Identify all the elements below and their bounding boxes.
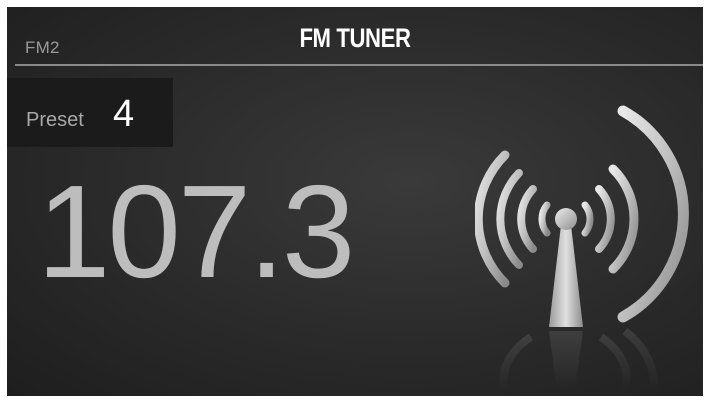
radio-antenna-icon (475, 105, 689, 393)
preset-label: Preset (26, 109, 84, 131)
band-label[interactable]: FM2 (25, 38, 60, 58)
header: FM2 FM TUNER (7, 7, 703, 65)
screen-title: FM TUNER (299, 23, 411, 53)
tuner-screen: FM2 FM TUNER Preset 4 107.3 (7, 7, 703, 396)
frequency-display: 107.3 (37, 158, 355, 305)
preset-number: 4 (113, 93, 135, 135)
preset-indicator[interactable]: Preset 4 (7, 78, 173, 147)
header-divider (15, 64, 703, 66)
